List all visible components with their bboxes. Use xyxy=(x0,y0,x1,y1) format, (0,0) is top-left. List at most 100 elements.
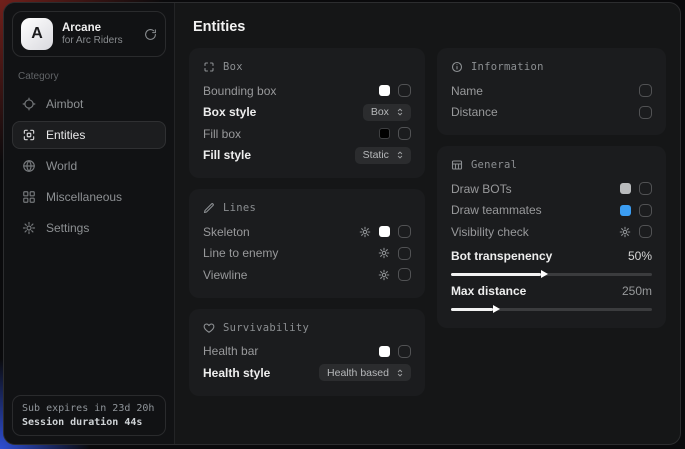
gear-icon xyxy=(22,221,36,235)
section-title: Survivability xyxy=(223,322,309,334)
app-window: A Arcane for Arc Riders Category Aimbot xyxy=(3,2,681,445)
setting-row: Bounding box xyxy=(203,80,411,102)
line-to-enemy-settings-gear-icon[interactable] xyxy=(378,247,390,259)
max-distance-slider-block: Max distance 250m xyxy=(451,281,652,311)
brand-card: A Arcane for Arc Riders xyxy=(12,11,166,57)
setting-row: Health style Health based xyxy=(203,362,411,384)
setting-label: Fill box xyxy=(203,127,241,141)
sidebar-item-miscellaneous[interactable]: Miscellaneous xyxy=(12,183,166,211)
max-distance-slider[interactable] xyxy=(451,308,652,311)
information-card: Information Name Distance xyxy=(437,48,666,135)
viewline-settings-gear-icon[interactable] xyxy=(378,269,390,281)
setting-label: Bounding box xyxy=(203,84,276,98)
crosshair-icon xyxy=(22,97,36,111)
sidebar-item-label: World xyxy=(46,159,77,173)
sub-expiry-text: Sub expires in 23d 20h xyxy=(22,403,156,414)
setting-label: Draw BOTs xyxy=(451,182,512,196)
name-checkbox[interactable] xyxy=(639,84,652,97)
slider-fill[interactable] xyxy=(451,308,493,312)
setting-label: Fill style xyxy=(203,148,251,162)
sidebar-item-label: Entities xyxy=(46,128,85,142)
slider-value: 50% xyxy=(628,249,652,263)
survivability-card: Survivability Health bar Health style He… xyxy=(189,309,425,396)
line-to-enemy-checkbox[interactable] xyxy=(398,247,411,260)
dropdown-value: Static xyxy=(363,149,389,161)
color-swatch[interactable] xyxy=(620,205,631,216)
refresh-icon[interactable] xyxy=(144,28,157,41)
setting-row: Fill style Static xyxy=(203,145,411,167)
viewline-checkbox[interactable] xyxy=(398,268,411,281)
category-label: Category xyxy=(18,71,160,82)
table-icon xyxy=(451,159,463,171)
sidebar-item-label: Settings xyxy=(46,221,89,235)
dropdown-value: Box xyxy=(371,106,389,118)
setting-row: Health bar xyxy=(203,341,411,363)
setting-label: Distance xyxy=(451,105,498,119)
color-swatch[interactable] xyxy=(379,226,390,237)
setting-label: Box style xyxy=(203,105,256,119)
skeleton-checkbox[interactable] xyxy=(398,225,411,238)
sidebar-item-aimbot[interactable]: Aimbot xyxy=(12,90,166,118)
sidebar-item-label: Aimbot xyxy=(46,97,83,111)
sidebar-item-world[interactable]: World xyxy=(12,152,166,180)
draw-teammates-checkbox[interactable] xyxy=(639,204,652,217)
visibility-settings-gear-icon[interactable] xyxy=(619,226,631,238)
slider-value: 250m xyxy=(622,284,652,298)
setting-row: Visibility check xyxy=(451,221,652,243)
slider-fill[interactable] xyxy=(451,273,541,277)
box-style-dropdown[interactable]: Box xyxy=(363,104,411,121)
setting-label: Health bar xyxy=(203,344,258,358)
sidebar-item-settings[interactable]: Settings xyxy=(12,214,166,242)
setting-row: Draw BOTs xyxy=(451,178,652,200)
visibility-check-checkbox[interactable] xyxy=(639,225,652,238)
color-swatch[interactable] xyxy=(379,346,390,357)
sidebar-item-label: Miscellaneous xyxy=(46,190,122,204)
section-title: General xyxy=(471,159,517,171)
setting-label: Draw teammates xyxy=(451,203,542,217)
setting-row: Skeleton xyxy=(203,221,411,243)
dropdown-value: Health based xyxy=(327,367,389,379)
setting-label: Health style xyxy=(203,366,270,380)
setting-label: Bot transpenency xyxy=(451,249,552,263)
box-corners-icon xyxy=(203,61,215,73)
distance-checkbox[interactable] xyxy=(639,106,652,119)
scan-icon xyxy=(22,128,36,142)
fill-box-checkbox[interactable] xyxy=(398,127,411,140)
sidebar-nav: Aimbot Entities World Miscellaneous xyxy=(12,90,166,242)
bot-transparency-slider-block: Bot transpenency 50% xyxy=(451,246,652,276)
setting-row: Draw teammates xyxy=(451,200,652,222)
globe-icon xyxy=(22,159,36,173)
chevrons-up-down-icon xyxy=(395,150,405,160)
color-swatch[interactable] xyxy=(379,85,390,96)
subscription-status: Sub expires in 23d 20h Session duration … xyxy=(12,395,166,436)
chevrons-up-down-icon xyxy=(395,107,405,117)
grid-icon xyxy=(22,190,36,204)
box-card: Box Bounding box Box style Box xyxy=(189,48,425,178)
sidebar: A Arcane for Arc Riders Category Aimbot xyxy=(4,3,175,444)
bounding-box-checkbox[interactable] xyxy=(398,84,411,97)
setting-label: Max distance xyxy=(451,284,526,298)
skeleton-settings-gear-icon[interactable] xyxy=(359,226,371,238)
sidebar-item-entities[interactable]: Entities xyxy=(12,121,166,149)
draw-bots-checkbox[interactable] xyxy=(639,182,652,195)
section-title: Box xyxy=(223,61,243,73)
setting-label: Skeleton xyxy=(203,225,250,239)
info-icon xyxy=(451,61,463,73)
app-logo: A xyxy=(21,18,53,50)
setting-label: Line to enemy xyxy=(203,246,278,260)
color-swatch[interactable] xyxy=(620,183,631,194)
section-title: Lines xyxy=(223,202,256,214)
app-subtitle: for Arc Riders xyxy=(62,35,135,48)
color-swatch[interactable] xyxy=(379,128,390,139)
main-panel: Entities Box Bounding box xyxy=(175,3,680,444)
app-title: Arcane xyxy=(62,21,135,35)
setting-row: Fill box xyxy=(203,123,411,145)
setting-row: Line to enemy xyxy=(203,243,411,265)
health-style-dropdown[interactable]: Health based xyxy=(319,364,411,381)
fill-style-dropdown[interactable]: Static xyxy=(355,147,411,164)
pencil-icon xyxy=(203,202,215,214)
section-title: Information xyxy=(471,61,544,73)
setting-label: Viewline xyxy=(203,268,247,282)
bot-transparency-slider[interactable] xyxy=(451,273,652,276)
health-bar-checkbox[interactable] xyxy=(398,345,411,358)
